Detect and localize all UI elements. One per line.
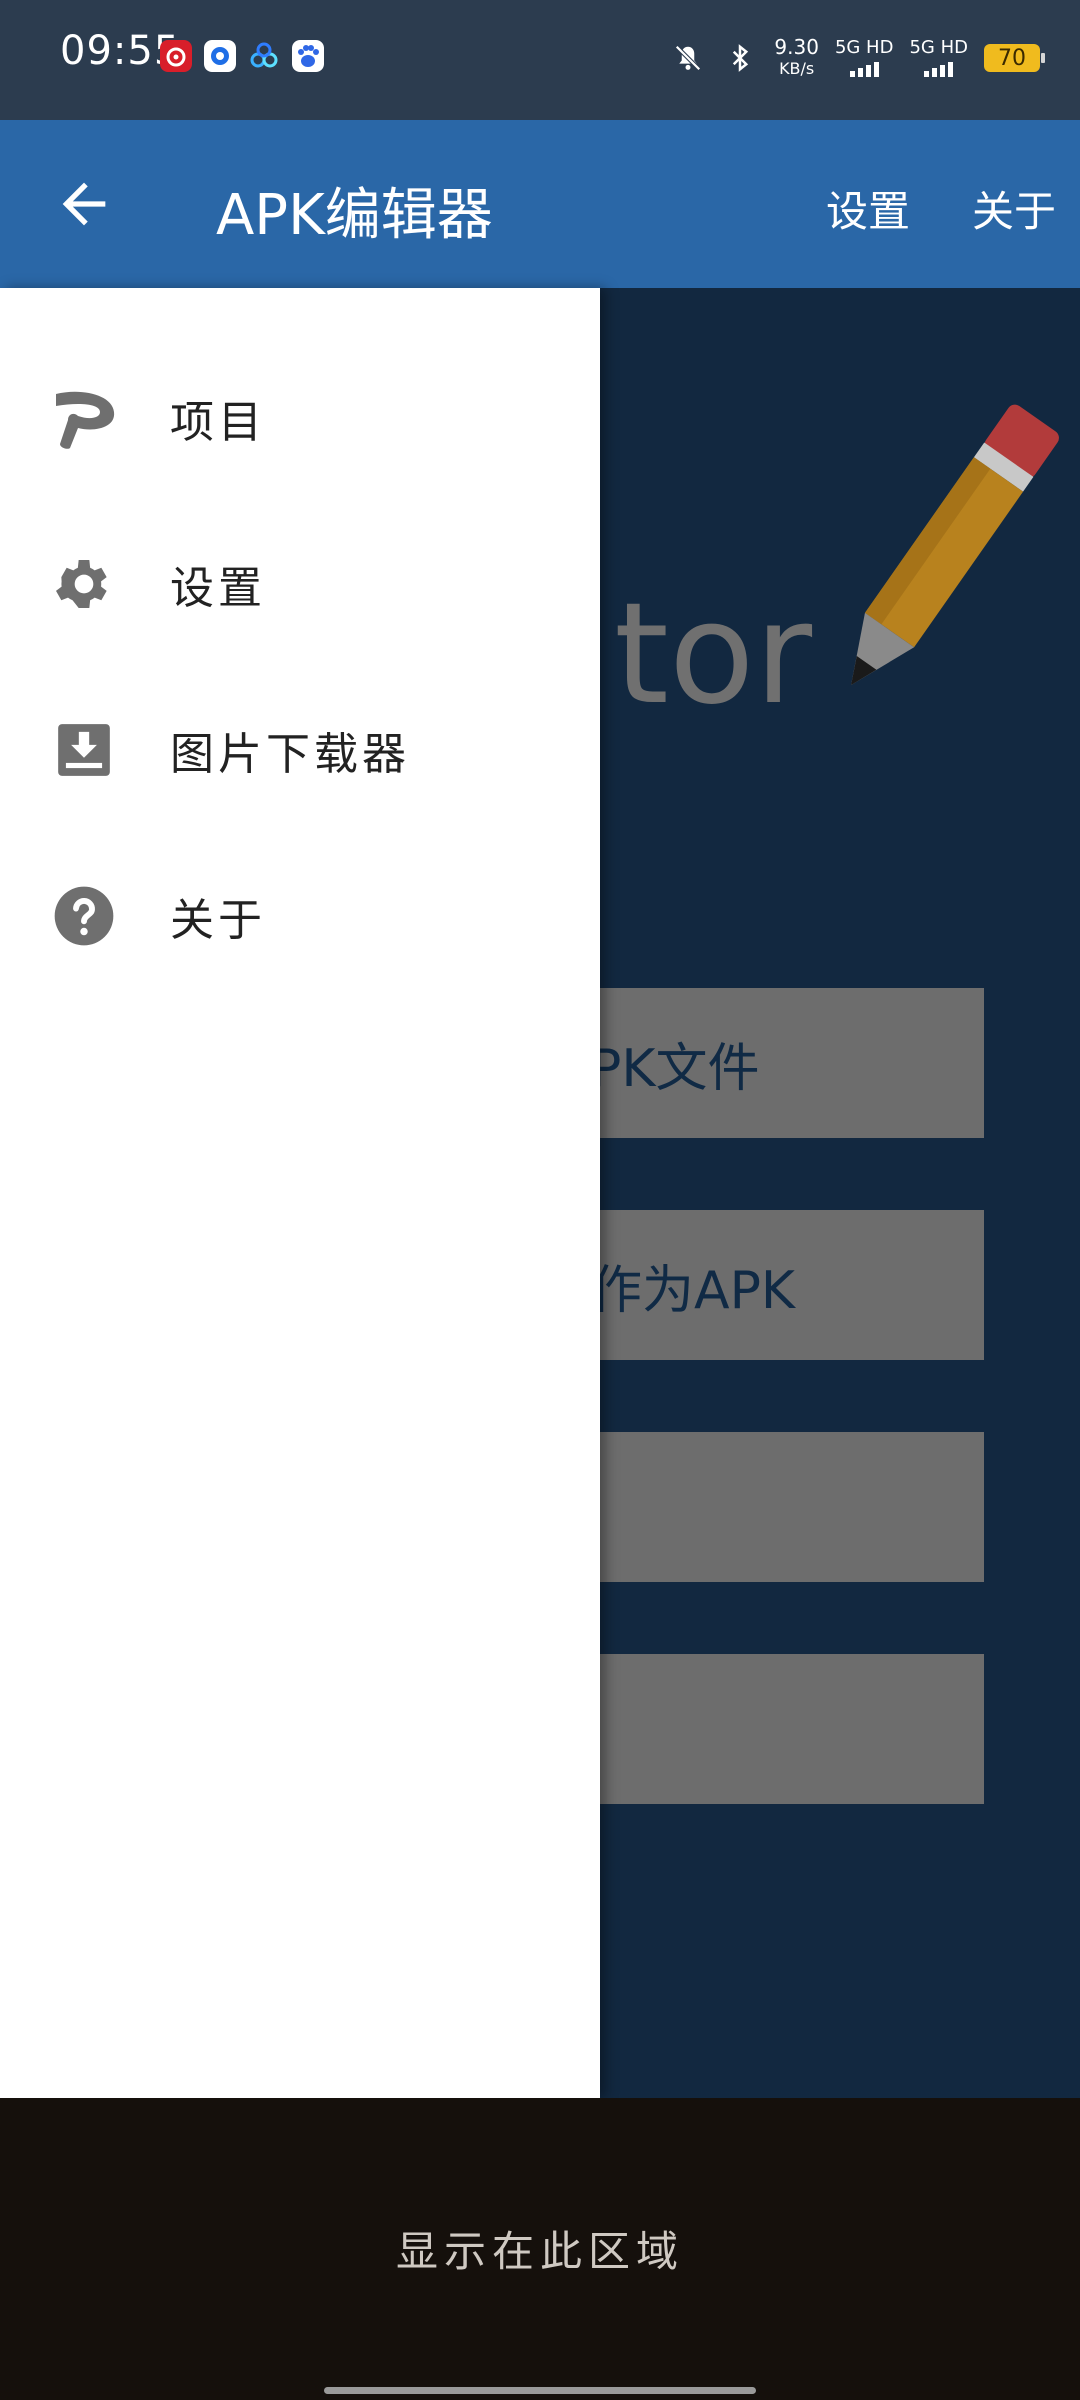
build-as-apk-button[interactable]: 作为APK [600,1210,984,1360]
pencil-logo-icon [851,404,1059,685]
netease-music-icon [160,40,192,72]
home-indicator[interactable] [324,2387,756,2394]
drawer-item-label: 设置 [170,563,266,614]
menu-button-3[interactable] [600,1432,984,1582]
drawer-item-settings[interactable]: 设置 [0,514,600,654]
app-bar: APK编辑器 设置 关于 [0,120,1080,288]
navigation-drawer: 项目 设置 图片下载器 关于 [0,288,600,2098]
network-speed: 9.30 KB/s [774,35,819,78]
project-icon [50,384,118,452]
page-title: APK编辑器 [216,183,493,248]
drawer-item-image-downloader[interactable]: 图片下载器 [0,680,600,820]
bottom-display-area: 显示在此区域 [0,2098,1080,2400]
bluetooth-icon [722,40,758,76]
bottom-area-text: 显示在此区域 [395,2227,684,2276]
drawer-item-label: 图片下载器 [170,729,410,780]
sim2-signal: 5G HD [909,39,968,77]
drawer-item-projects[interactable]: 项目 [0,348,600,488]
drawer-item-label: 项目 [170,397,266,448]
main-content-dimmed: tor PK文件 作为APK [600,288,1080,2098]
blue-app-icon [204,40,236,72]
status-bar: 09:55 9.30 KB/s 5G HD 5G HD 70 [0,0,1080,120]
open-apk-button[interactable]: PK文件 [600,988,984,1138]
battery-indicator: 70 [984,44,1045,72]
baidu-netdisk-icon [250,42,278,68]
mute-bell-icon [670,40,706,76]
gear-icon [50,550,118,618]
about-action-button[interactable]: 关于 [972,178,1056,239]
back-arrow-icon[interactable] [52,172,116,236]
help-icon [50,882,118,950]
drawer-item-label: 关于 [170,895,266,946]
settings-action-button[interactable]: 设置 [826,178,910,239]
sim1-signal: 5G HD [835,39,893,77]
logo-text: tor [614,573,813,736]
drawer-item-about[interactable]: 关于 [0,846,600,986]
image-download-icon [50,716,118,784]
menu-button-4[interactable] [600,1654,984,1804]
baidu-icon [292,40,324,72]
